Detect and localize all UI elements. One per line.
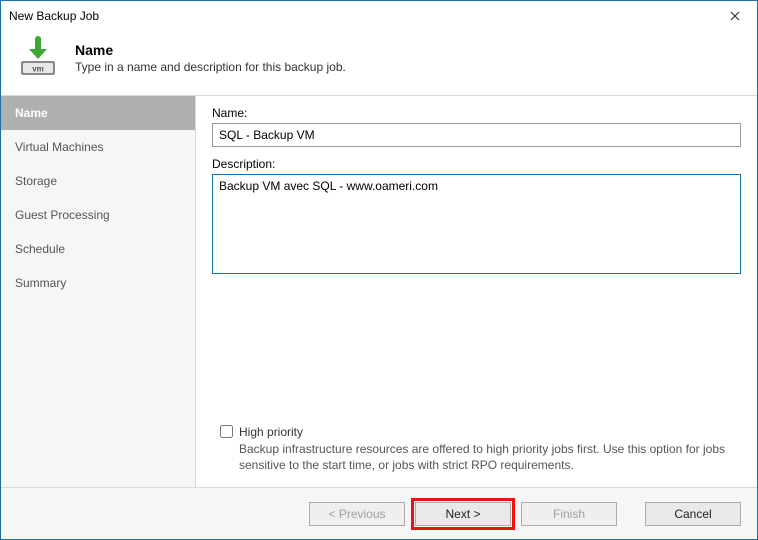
- header-subtitle: Type in a name and description for this …: [75, 60, 346, 74]
- form-area: Name: Description: Backup VM avec SQL - …: [212, 106, 741, 477]
- high-priority-block: High priority Backup infrastructure reso…: [212, 417, 741, 477]
- step-guest-processing[interactable]: Guest Processing: [1, 198, 195, 232]
- header: vm Name Type in a name and description f…: [1, 31, 757, 95]
- titlebar: New Backup Job: [1, 1, 757, 31]
- description-input[interactable]: Backup VM avec SQL - www.oameri.com: [212, 174, 741, 274]
- description-label: Description:: [212, 157, 741, 171]
- header-title: Name: [75, 42, 346, 58]
- high-priority-checkbox[interactable]: [220, 425, 233, 438]
- dialog-body: Name Virtual Machines Storage Guest Proc…: [1, 95, 757, 487]
- window-title: New Backup Job: [9, 9, 99, 23]
- finish-button[interactable]: Finish: [521, 502, 617, 526]
- svg-text:vm: vm: [32, 65, 44, 74]
- main-pane: Name: Description: Backup VM avec SQL - …: [196, 96, 757, 487]
- name-input[interactable]: [212, 123, 741, 147]
- step-summary[interactable]: Summary: [1, 266, 195, 300]
- step-storage[interactable]: Storage: [1, 164, 195, 198]
- dialog-window: New Backup Job vm Name Type in a name an…: [0, 0, 758, 540]
- name-label: Name:: [212, 106, 741, 120]
- header-text: Name Type in a name and description for …: [75, 42, 346, 74]
- step-schedule[interactable]: Schedule: [1, 232, 195, 266]
- cancel-button[interactable]: Cancel: [645, 502, 741, 526]
- step-virtual-machines[interactable]: Virtual Machines: [1, 130, 195, 164]
- footer: < Previous Next > Finish Cancel: [1, 487, 757, 539]
- next-button[interactable]: Next >: [415, 502, 511, 526]
- close-icon: [730, 11, 740, 21]
- high-priority-label: High priority: [239, 425, 303, 439]
- close-button[interactable]: [712, 1, 757, 31]
- wizard-icon: vm: [15, 35, 61, 81]
- high-priority-help: Backup infrastructure resources are offe…: [212, 441, 741, 473]
- step-name[interactable]: Name: [1, 96, 195, 130]
- high-priority-row[interactable]: High priority: [212, 425, 741, 439]
- wizard-steps: Name Virtual Machines Storage Guest Proc…: [1, 96, 196, 487]
- previous-button[interactable]: < Previous: [309, 502, 405, 526]
